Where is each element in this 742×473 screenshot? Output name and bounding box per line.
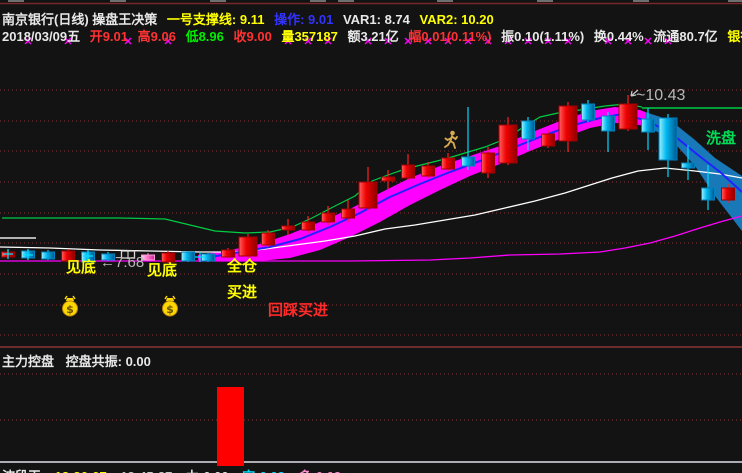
resonance-value: 控盘共振: 0.00 [65,354,151,369]
status-short-value: 空:0.03 [242,469,285,473]
pullback-buy-label: 回踩买进 [268,302,329,319]
candle [681,162,695,169]
candle [498,124,518,164]
candle [358,181,378,209]
high-price-label: ~10.43 [636,87,686,104]
control-resonance-bar [217,387,244,466]
candle [281,225,295,231]
turnover-value: 换0.44% [593,29,644,44]
status-bar: 波段王 12:36:07 12:45:27 力:0.00 空:0.03 多:0.… [2,466,351,473]
candlestick-chart[interactable] [0,0,742,473]
candle [261,232,275,246]
candle [401,164,415,179]
candle [721,187,735,201]
candle [238,236,258,257]
action-value: 操作: 9.01 [274,12,334,27]
bottom-signal-label-1: 见底 [66,259,97,276]
candle [421,165,435,177]
stock-app-window: 南京银行(日线) 操盘王决策 一号支撑线: 9.11 操作: 9.01 VAR1… [0,0,742,473]
candle [558,105,578,142]
bottom-signal-label-2: 见底 [147,262,178,279]
candle [221,249,235,258]
candle [701,187,715,201]
status-indicator-name: 波段王 [2,469,41,473]
running-man-icon [443,130,459,157]
candle [658,117,678,161]
low-value: 低8.96 [185,29,224,44]
sector-label: 银行 [727,29,742,44]
candle [581,103,595,121]
status-time-2: 12:45:27 [120,469,172,473]
sub-indicator-name: 主力控盘 [2,354,55,369]
buy-in-label: 买进 [227,284,258,301]
candle [541,133,555,147]
candle [601,115,615,132]
change-value: 幅0.01(0.11%) [408,29,492,44]
status-power-value: 力:0.00 [186,469,229,473]
candle [441,157,455,170]
wash-label: 洗盘 [706,130,737,147]
amplitude-value: 振0.10(1.11%) [501,29,585,44]
candle [321,212,335,223]
money-bag-icon: $ [161,295,179,322]
candle [41,251,55,260]
header-row-2: 2018/03/09五 开9.01 高9.06 低8.96 收9.00 量357… [2,26,742,45]
status-long-value: 多:0.03 [299,469,342,473]
candle [618,103,638,130]
candle [381,176,395,182]
money-bag-icon: $ [61,295,79,322]
amount-value: 额3.21亿 [347,29,399,44]
stock-title: 南京银行(日线) 操盘王决策 [2,12,158,27]
date-label: 2018/03/09五 [2,29,81,44]
candle [161,252,175,263]
support-line-value: 一号支撑线: 9.11 [166,12,265,27]
svg-text:$: $ [166,303,174,316]
var1-value: VAR1: 8.74 [342,12,410,27]
sub-panel-header: 主力控盘 控盘共振: 0.00 [2,351,159,370]
candle [641,118,655,133]
close-value: 收9.00 [233,29,272,44]
candle [301,221,315,231]
candle [341,208,355,219]
svg-text:$: $ [66,303,74,316]
float-cap-value: 流通80.7亿 [653,29,718,44]
candle [521,120,535,140]
high-value: 高9.06 [137,29,176,44]
candle [461,156,475,167]
candle [181,251,195,262]
low-price-label: ←7.68 [100,254,145,271]
status-time-1: 12:36:07 [55,469,107,473]
var2-value: VAR2: 10.20 [419,12,494,27]
volume-value: 量357187 [281,29,338,44]
open-value: 开9.01 [89,29,129,44]
candle [481,152,495,174]
full-position-label: 全仓 [227,258,258,275]
